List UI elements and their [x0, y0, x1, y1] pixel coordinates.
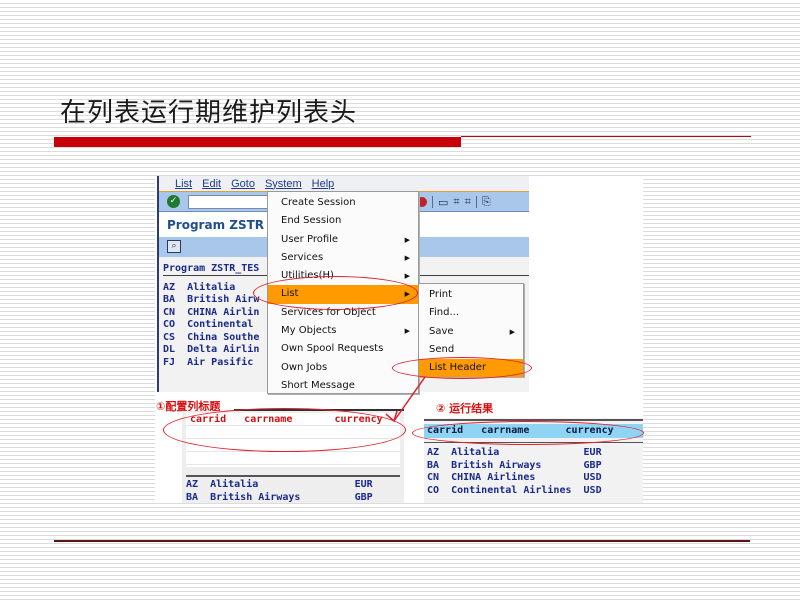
menu-item-end-session[interactable]: End Session [268, 212, 418, 230]
list-row: AZ Alitalia EUR [427, 447, 602, 458]
config-list-rows: AZ Alitalia EUR BA British Airways GBP [186, 479, 373, 504]
menu-item-user-profile[interactable]: User Profile ▶ [268, 231, 418, 249]
menu-item-services-for-object[interactable]: Services for Object [268, 304, 418, 322]
menu-bar: List Edit Goto System Help [159, 176, 529, 192]
menu-system[interactable]: System [265, 178, 302, 190]
menu-item-list[interactable]: List ▶ [268, 285, 418, 304]
menu-list[interactable]: List [175, 178, 192, 190]
result-list-rows: AZ Alitalia EUR BA British Airways GBP C… [424, 447, 643, 497]
menu-item-create-session[interactable]: Create Session [268, 194, 418, 212]
menu-item-own-spool-requests[interactable]: Own Spool Requests [268, 340, 418, 358]
command-field[interactable] [188, 194, 268, 209]
submenu-arrow-icon: ▶ [509, 327, 515, 336]
menu-item-send[interactable]: Send [419, 341, 523, 359]
menu-item-my-objects[interactable]: My Objects ▶ [268, 322, 418, 340]
result-list-header: carrid carrname currency [424, 424, 643, 438]
step2-label: ② 运行结果 [436, 402, 494, 415]
slide-title: 在列表运行期维护列表头 [60, 98, 358, 128]
menu-item-services[interactable]: Services ▶ [268, 249, 418, 267]
toolbar-separator [432, 196, 433, 208]
menu-item-short-message[interactable]: Short Message [268, 377, 418, 395]
menu-item-utilities[interactable]: Utilities(H) ▶ [268, 267, 418, 285]
header-separator [186, 475, 400, 477]
title-underline-thick [54, 137, 461, 147]
menu-item-find[interactable]: Find... [419, 304, 523, 322]
menu-help[interactable]: Help [312, 178, 335, 190]
header-config-panel: carrid carrname currency AZ Alitalia EUR… [182, 411, 404, 503]
submenu-arrow-icon: ▶ [404, 235, 410, 244]
header-line-input[interactable] [186, 439, 400, 452]
find-icon[interactable]: ⌗ [453, 195, 459, 209]
find-next-icon[interactable]: ⌗ [465, 195, 471, 209]
toolbar-separator [475, 196, 477, 208]
system-dropdown-menu: Create Session End Session User Profile ▶… [267, 191, 419, 394]
ok-check-icon[interactable]: ✓ [167, 195, 180, 208]
list-submenu: Print Find... Save ▶ Send List Header [418, 283, 524, 378]
list-row: BA British Airways GBP [427, 459, 602, 471]
header-line-input[interactable]: carrid carrname currency [186, 413, 400, 426]
header-line-input[interactable] [186, 452, 400, 465]
submenu-arrow-icon: ▶ [404, 272, 410, 281]
list-row: BA British Airways GBP [186, 491, 373, 503]
menu-goto[interactable]: Goto [231, 178, 255, 190]
magnifier-icon[interactable]: ⌕ [167, 240, 181, 253]
result-panel: carrid carrname currency AZ Alitalia EUR… [424, 418, 643, 503]
result-top-rule [424, 419, 643, 421]
print-icon[interactable]: ▭ [438, 196, 448, 209]
menu-item-list-header[interactable]: List Header [419, 359, 523, 378]
menu-item-own-jobs[interactable]: Own Jobs [268, 359, 418, 377]
header-line-input[interactable] [186, 426, 400, 439]
menu-item-save[interactable]: Save ▶ [419, 323, 523, 341]
toolbar-icons: ▭ ⌗ ⌗ ⎘ [417, 195, 491, 209]
list-row: AZ Alitalia EUR [186, 479, 373, 490]
list-row: CO Continental Airlines USD [427, 484, 602, 496]
result-header-separator [424, 442, 643, 443]
first-page-icon[interactable]: ⎘ [482, 195, 491, 209]
title-underline-thin [461, 136, 751, 137]
header-edit-area[interactable]: carrid carrname currency [186, 413, 400, 467]
submenu-arrow-icon: ▶ [404, 253, 410, 262]
bottom-rule [54, 540, 750, 542]
menu-item-print[interactable]: Print [419, 286, 523, 304]
submenu-arrow-icon: ▶ [404, 290, 410, 299]
menu-edit[interactable]: Edit [202, 178, 221, 190]
list-row: CN CHINA Airlines USD [427, 472, 602, 483]
submenu-arrow-icon: ▶ [404, 327, 410, 336]
